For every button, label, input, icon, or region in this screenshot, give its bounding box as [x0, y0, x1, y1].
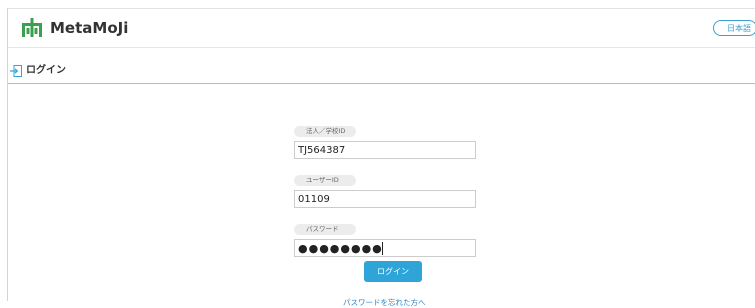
page-title-bar: ログイン: [8, 64, 755, 84]
password-input[interactable]: [294, 239, 476, 257]
page-title: ログイン: [26, 65, 66, 76]
org-id-input[interactable]: [294, 141, 476, 159]
password-label: パスワード: [294, 224, 356, 235]
login-page: MetaMoJi 日本語 ログイン 法人／学校ID ユーザーID パスワード ロ…: [7, 8, 755, 307]
user-id-group: ユーザーID: [294, 167, 494, 208]
org-id-group: 法人／学校ID: [294, 118, 494, 159]
login-icon: [10, 65, 22, 77]
org-id-label: 法人／学校ID: [294, 126, 356, 137]
password-field-wrapper: [294, 239, 476, 257]
metamoji-logo-icon: [22, 18, 42, 37]
password-group: パスワード: [294, 216, 494, 257]
login-form: 法人／学校ID ユーザーID パスワード ログイン パスワードを忘れた方へ: [294, 118, 494, 307]
user-id-input[interactable]: [294, 190, 476, 208]
app-name: MetaMoJi: [50, 19, 129, 37]
login-button[interactable]: ログイン: [364, 261, 422, 282]
language-button[interactable]: 日本語: [713, 20, 755, 36]
user-id-label: ユーザーID: [294, 175, 356, 186]
app-header: MetaMoJi 日本語: [8, 9, 755, 48]
text-caret: [382, 242, 383, 255]
app-logo[interactable]: MetaMoJi: [21, 18, 128, 38]
